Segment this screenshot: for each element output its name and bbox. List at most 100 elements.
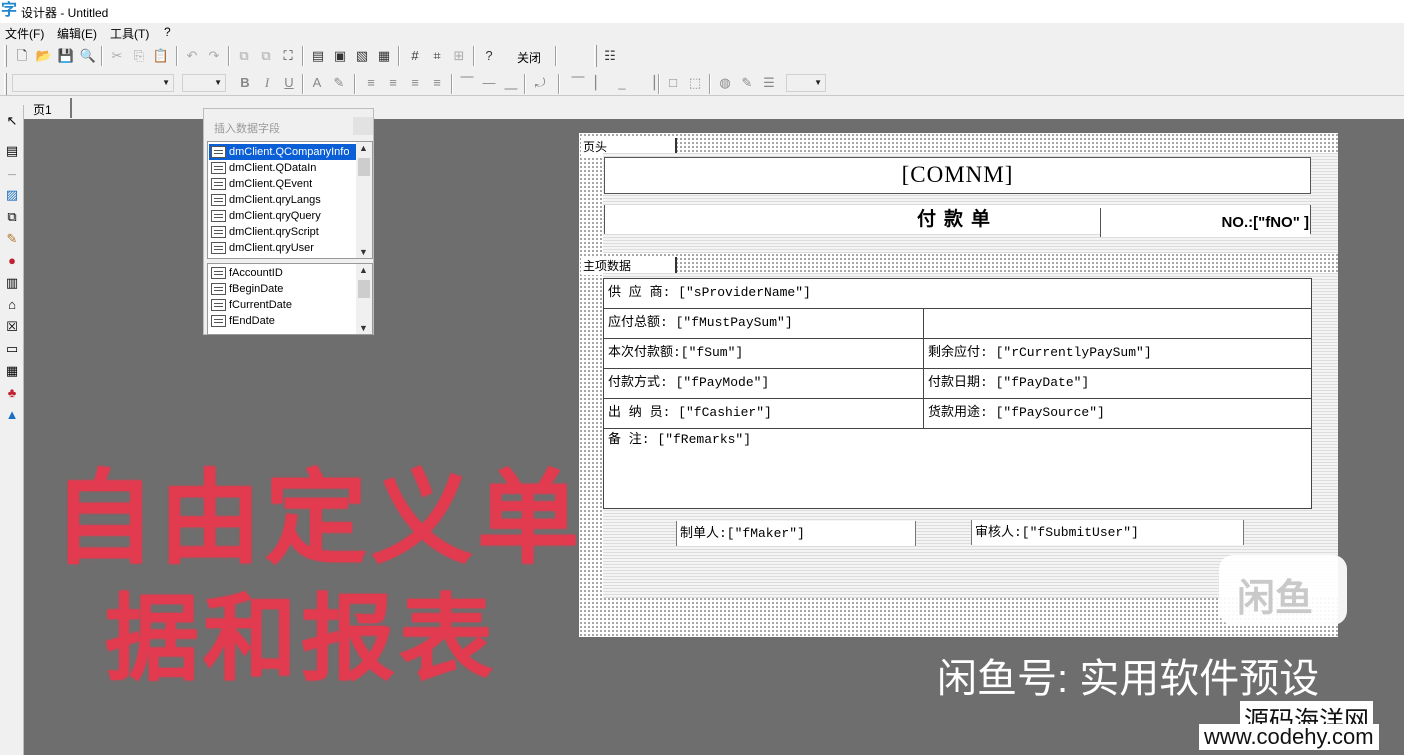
panel-close-button[interactable] xyxy=(353,117,373,135)
group-icon[interactable]: ⧉ xyxy=(235,47,253,65)
scroll-thumb[interactable] xyxy=(358,280,370,298)
subreport-icon[interactable]: ⧉ xyxy=(3,208,21,226)
company-name-field[interactable]: [COMNM] xyxy=(604,157,1311,194)
scroll-thumb[interactable] xyxy=(358,158,370,176)
copy-icon[interactable]: ⎘ xyxy=(130,47,148,65)
pay-mode-field[interactable]: 付款方式: ["fPayMode"] xyxy=(604,369,923,398)
close-button[interactable]: 关闭 xyxy=(517,49,541,66)
list-item[interactable]: fEndDate xyxy=(209,313,356,329)
undo-icon[interactable]: ↶ xyxy=(183,47,201,65)
select-arrow-icon[interactable]: ↖ xyxy=(3,112,21,130)
align-justify-icon[interactable]: ≡ xyxy=(428,74,446,92)
chevron-up-icon[interactable]: ▲ xyxy=(359,143,368,153)
paste-icon[interactable]: 📋 xyxy=(152,47,170,65)
list-item[interactable]: dmClient.QDataIn xyxy=(209,160,356,176)
list-item[interactable]: dmClient.qryLangs xyxy=(209,192,356,208)
dataset-scrollbar[interactable]: ▲ ▼ xyxy=(356,142,372,258)
list-item[interactable]: dmClient.qryScript xyxy=(209,224,356,240)
remarks-field[interactable]: 备 注: ["fRemarks"] xyxy=(604,429,1311,508)
menu-help[interactable]: ? xyxy=(164,25,171,39)
font-color-icon[interactable]: A xyxy=(308,74,326,92)
frame-right-icon[interactable]: ▕ xyxy=(641,74,659,92)
chevron-up-icon[interactable]: ▲ xyxy=(359,265,368,275)
pay-source-field[interactable]: 货款用途: ["fPaySource"] xyxy=(923,399,1311,428)
shape-icon[interactable]: ● xyxy=(3,252,21,270)
save-icon[interactable]: 💾 xyxy=(57,47,75,65)
menu-edit[interactable]: 编辑(E) xyxy=(57,25,97,42)
chevron-down-icon[interactable]: ▼ xyxy=(359,247,368,257)
valign-bottom-icon[interactable]: ⎽ xyxy=(502,74,520,92)
toolbar-grip[interactable] xyxy=(4,45,7,67)
ungroup-icon[interactable]: ⧉ xyxy=(257,47,275,65)
barcode-icon[interactable]: ▥ xyxy=(3,274,21,292)
frame-bottom-icon[interactable]: _ xyxy=(613,74,631,92)
toolbar-grip[interactable] xyxy=(4,73,7,95)
font-name-select[interactable]: ▼ xyxy=(12,74,174,92)
list-item[interactable]: fAccountID xyxy=(209,265,356,281)
list-item[interactable]: dmClient.QCompanyInfo xyxy=(209,144,356,160)
this-pay-field[interactable]: 本次付款额:["fSum"] xyxy=(604,339,923,368)
chart-icon[interactable]: ♣ xyxy=(3,384,21,402)
frame-color-icon[interactable]: ✎ xyxy=(738,74,756,92)
valign-middle-icon[interactable]: ― xyxy=(480,74,498,92)
snap-grid-icon[interactable]: ⌗ xyxy=(428,47,446,65)
redo-icon[interactable]: ↷ xyxy=(205,47,223,65)
picture-icon[interactable]: ▨ xyxy=(3,186,21,204)
richtext-icon[interactable]: ▭ xyxy=(3,340,21,358)
chevron-down-icon[interactable]: ▼ xyxy=(359,323,368,333)
field-list[interactable]: fAccountID fBeginDate fCurrentDate fEndD… xyxy=(207,263,373,335)
remaining-field[interactable]: 剩余应付: ["rCurrentlyPaySum"] xyxy=(923,339,1311,368)
insert-band-icon[interactable]: ▤ xyxy=(309,47,327,65)
bold-icon[interactable]: B xyxy=(236,74,254,92)
fill-color-icon[interactable]: ◍ xyxy=(716,74,734,92)
new-page-icon[interactable]: ▣ xyxy=(331,47,349,65)
align-center-icon[interactable]: ≡ xyxy=(384,74,402,92)
align-right-icon[interactable]: ≡ xyxy=(406,74,424,92)
print-preview-icon[interactable]: 🔍 xyxy=(79,47,97,65)
frame-left-icon[interactable]: ▏ xyxy=(591,74,609,92)
list-item[interactable]: dmClient.qryQuery xyxy=(209,208,356,224)
menu-file[interactable]: 文件(F) xyxy=(5,25,44,42)
frame-all-icon[interactable]: □ xyxy=(664,74,682,92)
delete-page-icon[interactable]: ▧ xyxy=(353,47,371,65)
align-left-icon[interactable]: ≡ xyxy=(362,74,380,92)
page-settings-icon[interactable]: ▦ xyxy=(375,47,393,65)
italic-icon[interactable]: I xyxy=(258,74,276,92)
draw-icon[interactable]: ✎ xyxy=(3,230,21,248)
help-icon[interactable]: ? xyxy=(480,47,498,65)
font-size-select[interactable]: ▼ xyxy=(182,74,226,92)
toolbar-grip[interactable] xyxy=(594,45,597,67)
empty-cell[interactable] xyxy=(923,309,1311,338)
cashier-field[interactable]: 出 纳 员: ["fCashier"] xyxy=(604,399,923,428)
document-number-field[interactable]: NO.:["fNO" ] xyxy=(1100,208,1310,237)
frame-width-select[interactable]: ▼ xyxy=(786,74,826,92)
list-item[interactable]: fCurrentDate xyxy=(209,297,356,313)
tab-page1[interactable]: 页1 xyxy=(30,98,72,118)
checkbox-icon[interactable]: ☒ xyxy=(3,318,21,336)
list-item[interactable]: dmClient.qryUser xyxy=(209,240,356,256)
maker-field[interactable]: 制单人:["fMaker"] xyxy=(676,521,916,546)
band-icon[interactable]: ▤ xyxy=(3,142,21,160)
supplier-field[interactable]: 供 应 商: ["sProviderName"] xyxy=(604,279,1311,308)
frame-style-icon[interactable]: ☰ xyxy=(760,74,778,92)
object-inspector-icon[interactable]: ☷ xyxy=(601,47,619,65)
list-item[interactable]: dmClient.QEvent xyxy=(209,176,356,192)
valign-top-icon[interactable]: ⎺ xyxy=(458,74,476,92)
new-file-icon[interactable]: 🗋 xyxy=(13,47,31,65)
list-item[interactable]: fBeginDate xyxy=(209,281,356,297)
highlight-icon[interactable]: ✎ xyxy=(330,74,348,92)
grid-icon[interactable]: # xyxy=(406,47,424,65)
open-folder-icon[interactable]: 📂 xyxy=(35,47,53,65)
cut-icon[interactable]: ✂ xyxy=(108,47,126,65)
fit-icon[interactable]: ⛶ xyxy=(279,47,297,65)
frame-top-icon[interactable]: ⎺ xyxy=(569,74,587,92)
underline-icon[interactable]: U xyxy=(280,74,298,92)
bank-icon[interactable]: ⌂ xyxy=(3,296,21,314)
align-grid-icon[interactable]: ⊞ xyxy=(450,47,468,65)
payment-form-table[interactable]: 供 应 商: ["sProviderName"] 应付总额: ["fMustPa… xyxy=(603,278,1312,509)
menu-tools[interactable]: 工具(T) xyxy=(110,25,149,42)
pay-date-field[interactable]: 付款日期: ["fPayDate"] xyxy=(923,369,1311,398)
field-scrollbar[interactable]: ▲ ▼ xyxy=(356,264,372,334)
rotate-text-icon[interactable]: ⤾ xyxy=(531,74,549,92)
frame-none-icon[interactable]: ⬚ xyxy=(686,74,704,92)
